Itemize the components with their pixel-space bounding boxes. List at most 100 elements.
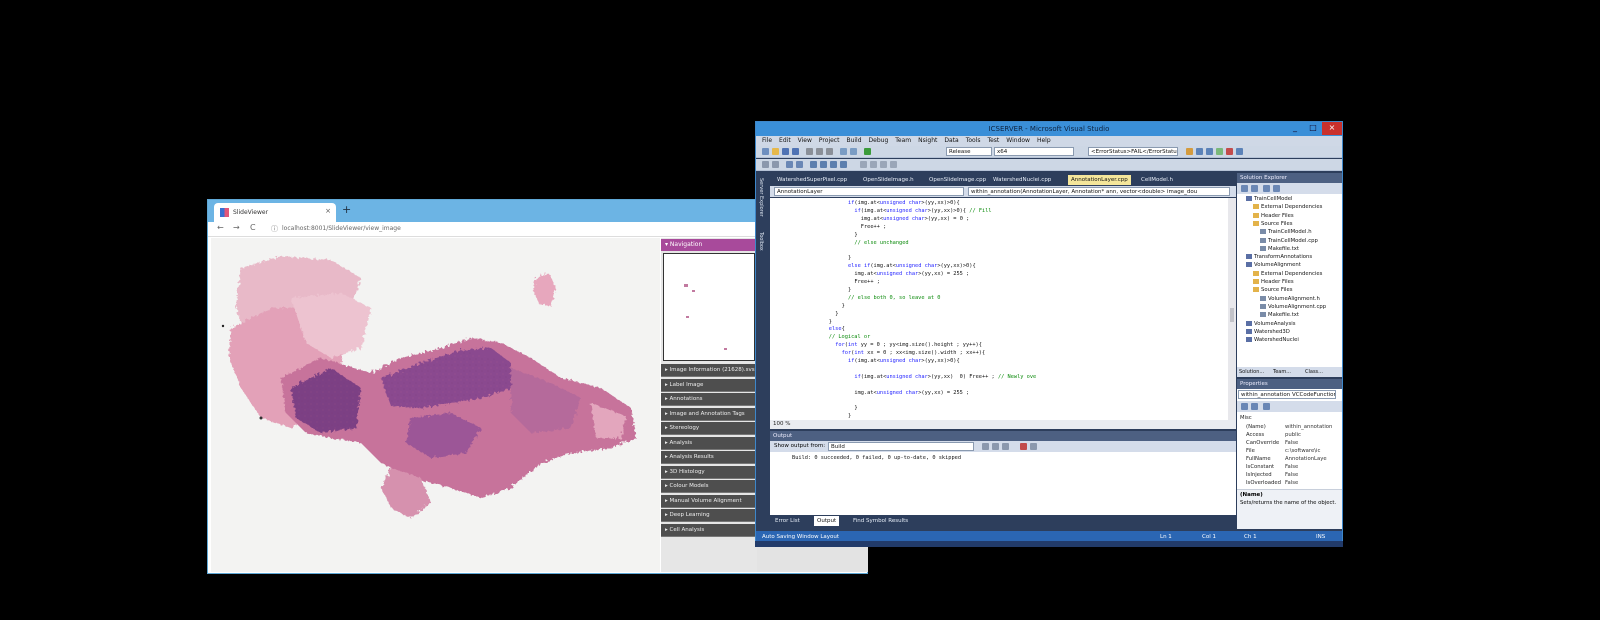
accordion-section[interactable]: ▸ 3D Histology xyxy=(661,465,757,479)
size-icon[interactable] xyxy=(890,161,897,168)
browser-tab[interactable]: SlideViewer × xyxy=(214,203,336,222)
solution-tree-item[interactable]: Header Files xyxy=(1253,279,1294,285)
comment-icon[interactable] xyxy=(786,161,793,168)
code-line[interactable]: } xyxy=(854,405,857,411)
bookmark-icon[interactable] xyxy=(810,161,817,168)
accordion-section[interactable]: ▸ Manual Volume Alignment xyxy=(661,494,757,508)
outdent-icon[interactable] xyxy=(772,161,779,168)
code-line[interactable]: } xyxy=(829,319,832,325)
undo-icon[interactable] xyxy=(840,148,847,155)
tab-team-explorer[interactable]: Team... xyxy=(1273,367,1291,377)
scroll-thumb[interactable] xyxy=(1230,308,1234,322)
accordion-section[interactable]: ▸ Label Image xyxy=(661,378,757,392)
property-row[interactable]: Access public xyxy=(1237,432,1335,440)
solution-tree-item[interactable]: TrainCellModel.cpp xyxy=(1260,237,1318,244)
tab-close-icon[interactable]: × xyxy=(325,207,331,215)
property-value[interactable]: c:\software\ic xyxy=(1285,448,1333,454)
code-line[interactable]: } xyxy=(848,413,851,419)
code-line[interactable]: } xyxy=(848,287,851,293)
menu-help[interactable]: Help xyxy=(1037,137,1051,144)
document-tab[interactable]: OpenSlideImage.cpp xyxy=(926,175,989,185)
grid-icon[interactable] xyxy=(880,161,887,168)
property-value[interactable]: False xyxy=(1285,440,1333,446)
class-view-icon[interactable] xyxy=(1236,148,1243,155)
menu-nsight[interactable]: Nsight xyxy=(918,137,937,144)
find-combo[interactable]: <ErrorStatus>FAIL</ErrorStatus> xyxy=(1088,147,1178,156)
property-value[interactable]: False xyxy=(1285,480,1333,486)
clear-all-icon[interactable] xyxy=(1020,443,1027,450)
property-pages-icon[interactable] xyxy=(1263,403,1270,410)
cut-icon[interactable] xyxy=(806,148,813,155)
uncomment-icon[interactable] xyxy=(796,161,803,168)
code-line[interactable]: Free++ ; xyxy=(854,279,880,285)
code-line[interactable]: // Logical or xyxy=(829,334,870,340)
property-value[interactable]: AnnotationLaye xyxy=(1285,456,1333,462)
categorized-icon[interactable] xyxy=(1241,403,1248,410)
menu-data[interactable]: Data xyxy=(944,137,958,144)
code-line[interactable]: } xyxy=(842,303,845,309)
property-row[interactable]: CanOverride False xyxy=(1237,440,1335,448)
property-value[interactable]: within_annotation xyxy=(1285,424,1333,430)
code-line[interactable]: else{ xyxy=(829,326,845,332)
align-icon[interactable] xyxy=(870,161,877,168)
solution-tree-item[interactable]: Watershed3D xyxy=(1246,328,1290,335)
menu-test[interactable]: Test xyxy=(987,137,999,144)
property-row[interactable]: (Name) within_annotation xyxy=(1237,424,1335,432)
maximize-button[interactable]: □ xyxy=(1304,122,1322,135)
info-icon[interactable]: ⓘ xyxy=(271,224,278,234)
menu-edit[interactable]: Edit xyxy=(779,137,791,144)
accordion-section[interactable]: ▸ Stereology xyxy=(661,422,757,435)
start-debug-icon[interactable] xyxy=(864,148,871,155)
accordion-section[interactable]: ▸ Image Information (21628).svs xyxy=(661,364,757,377)
solution-tree-item[interactable]: Header Files xyxy=(1253,212,1294,219)
refresh-icon[interactable] xyxy=(1263,185,1270,192)
properties-icon[interactable] xyxy=(1241,185,1248,192)
property-row[interactable]: FullName AnnotationLaye xyxy=(1237,456,1335,464)
solution-tree-item[interactable]: WatershedNuclei xyxy=(1246,337,1299,343)
document-tab[interactable]: WatershedSuperPixel.cpp xyxy=(774,175,850,185)
solution-explorer-icon[interactable] xyxy=(1196,148,1203,155)
property-value[interactable]: False xyxy=(1285,464,1333,470)
clear-bookmarks-icon[interactable] xyxy=(840,161,847,168)
solution-tree-item[interactable]: External Dependencies xyxy=(1253,204,1322,210)
show-all-files-icon[interactable] xyxy=(1251,185,1258,192)
new-tab-button[interactable]: + xyxy=(342,204,351,216)
close-button[interactable]: × xyxy=(1322,122,1342,135)
solution-tree-item[interactable]: TrainCellModel xyxy=(1246,196,1293,202)
tab-error-list[interactable]: Error List xyxy=(772,516,803,526)
menu-window[interactable]: Window xyxy=(1006,137,1030,144)
new-project-icon[interactable] xyxy=(762,148,769,155)
indent-icon[interactable] xyxy=(762,161,769,168)
tab-solution-explorer[interactable]: Solution... xyxy=(1239,367,1264,377)
property-row[interactable]: IsInjected False xyxy=(1237,472,1335,480)
alphabetical-icon[interactable] xyxy=(1251,403,1258,410)
menu-view[interactable]: View xyxy=(798,137,812,144)
document-tab[interactable]: OpenSlideImage.h xyxy=(860,175,917,185)
code-line[interactable]: // else unchanged xyxy=(854,240,908,246)
accordion-section[interactable]: ▸ Cell Analysis xyxy=(661,523,757,537)
solution-tree-item[interactable]: TrainCellModel.h xyxy=(1260,229,1312,235)
class-scope-select[interactable]: AnnotationLayer xyxy=(774,187,964,196)
solution-tree-item[interactable]: VolumeAnalysis xyxy=(1246,320,1296,327)
code-line[interactable]: img.at<unsigned char>(yy,xx) = 255 ; xyxy=(854,390,969,396)
menu-tools[interactable]: Tools xyxy=(966,137,981,144)
member-scope-select[interactable]: within_annotation(AnnotationLayer, Annot… xyxy=(968,187,1230,196)
configuration-select[interactable]: Release xyxy=(946,147,992,156)
tab-find-symbol-results[interactable]: Find Symbol Results xyxy=(850,516,911,526)
find-message-icon[interactable] xyxy=(982,443,989,450)
editor-scrollbar[interactable] xyxy=(1228,198,1236,420)
property-row[interactable]: IsOverloaded False xyxy=(1237,480,1335,488)
properties-icon[interactable] xyxy=(1206,148,1213,155)
property-row[interactable]: File c:\software\ic xyxy=(1237,448,1335,456)
output-source-select[interactable]: Build xyxy=(828,442,974,451)
menu-file[interactable]: File xyxy=(762,137,772,144)
solution-tree-item[interactable]: Source Files xyxy=(1253,220,1293,227)
error-list-icon[interactable] xyxy=(1226,148,1233,155)
navigation-header[interactable]: ▾ Navigation xyxy=(661,239,757,251)
code-line[interactable]: } xyxy=(835,311,838,317)
copy-icon[interactable] xyxy=(816,148,823,155)
toolbox-icon[interactable] xyxy=(1216,148,1223,155)
code-line[interactable]: // else both 0, so leave at 0 xyxy=(848,295,940,301)
accordion-section[interactable]: ▸ Annotations xyxy=(661,393,757,406)
navigation-minimap[interactable] xyxy=(663,253,755,361)
